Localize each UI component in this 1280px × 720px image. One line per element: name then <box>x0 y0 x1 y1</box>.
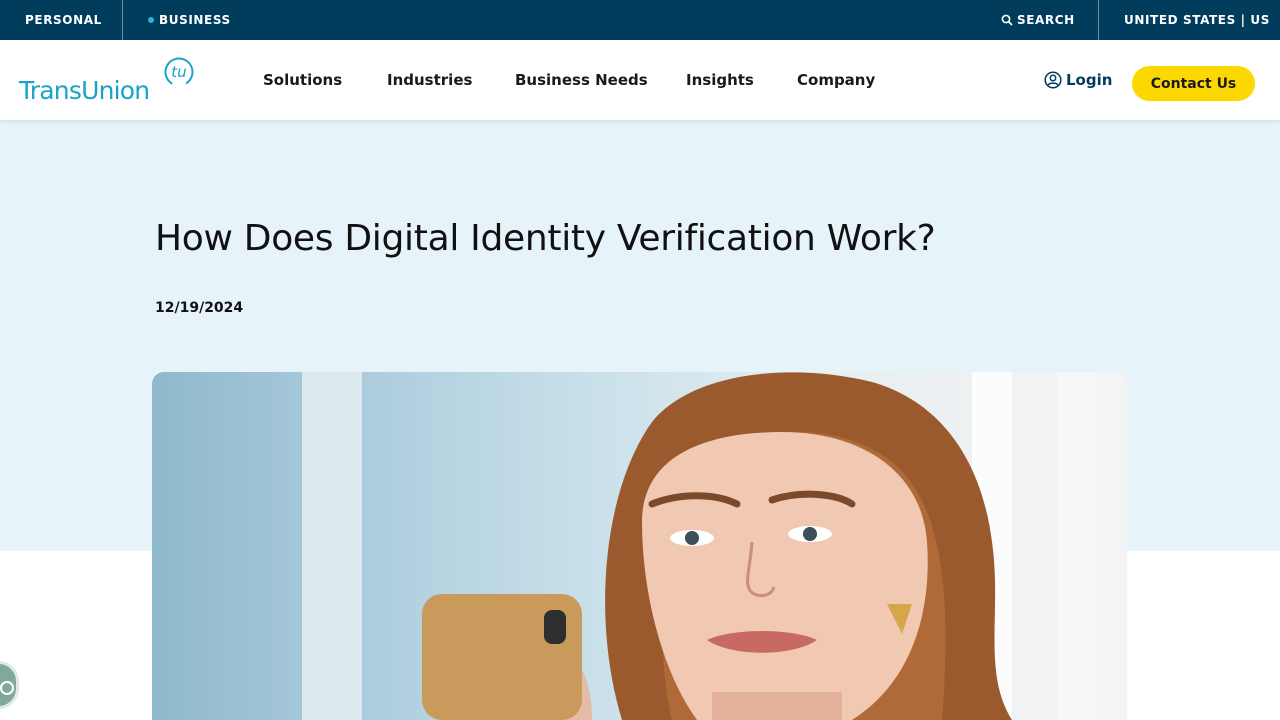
transunion-logo[interactable]: TransUnion tu <box>19 56 199 106</box>
tu-mark-text: tu <box>171 63 186 81</box>
business-label: BUSINESS <box>159 13 231 27</box>
tu-logo-mark: tu <box>164 57 194 87</box>
country-selector[interactable]: UNITED STATES | US <box>1124 0 1270 40</box>
search-button[interactable]: SEARCH <box>1001 0 1075 40</box>
main-navigation: TransUnion tu Solutions Industries Busin… <box>0 40 1280 120</box>
divider <box>1098 0 1099 40</box>
search-icon <box>1001 14 1013 26</box>
publish-date: 12/19/2024 <box>155 300 244 316</box>
login-label: Login <box>1066 71 1113 89</box>
page-title: How Does Digital Identity Verification W… <box>155 218 936 259</box>
divider <box>122 0 123 40</box>
nav-solutions[interactable]: Solutions <box>263 40 342 120</box>
nav-company[interactable]: Company <box>797 40 875 120</box>
accessibility-widget-button[interactable] <box>0 661 19 709</box>
personal-link[interactable]: PERSONAL <box>25 0 102 40</box>
contact-us-button[interactable]: Contact Us <box>1132 66 1255 101</box>
logo-wordmark: TransUnion <box>19 76 150 105</box>
hero-image <box>152 372 1127 720</box>
nav-business-needs[interactable]: Business Needs <box>515 40 648 120</box>
hero-photo-illustration <box>302 372 1097 720</box>
search-label: SEARCH <box>1017 13 1075 27</box>
nav-industries[interactable]: Industries <box>387 40 472 120</box>
accessibility-icon <box>0 681 14 695</box>
user-icon <box>1044 71 1062 89</box>
active-dot-icon <box>148 17 154 23</box>
business-link[interactable]: BUSINESS <box>148 0 231 40</box>
login-link[interactable]: Login <box>1044 40 1112 120</box>
nav-insights[interactable]: Insights <box>686 40 754 120</box>
utility-bar: PERSONAL BUSINESS SEARCH UNITED STATES |… <box>0 0 1280 40</box>
